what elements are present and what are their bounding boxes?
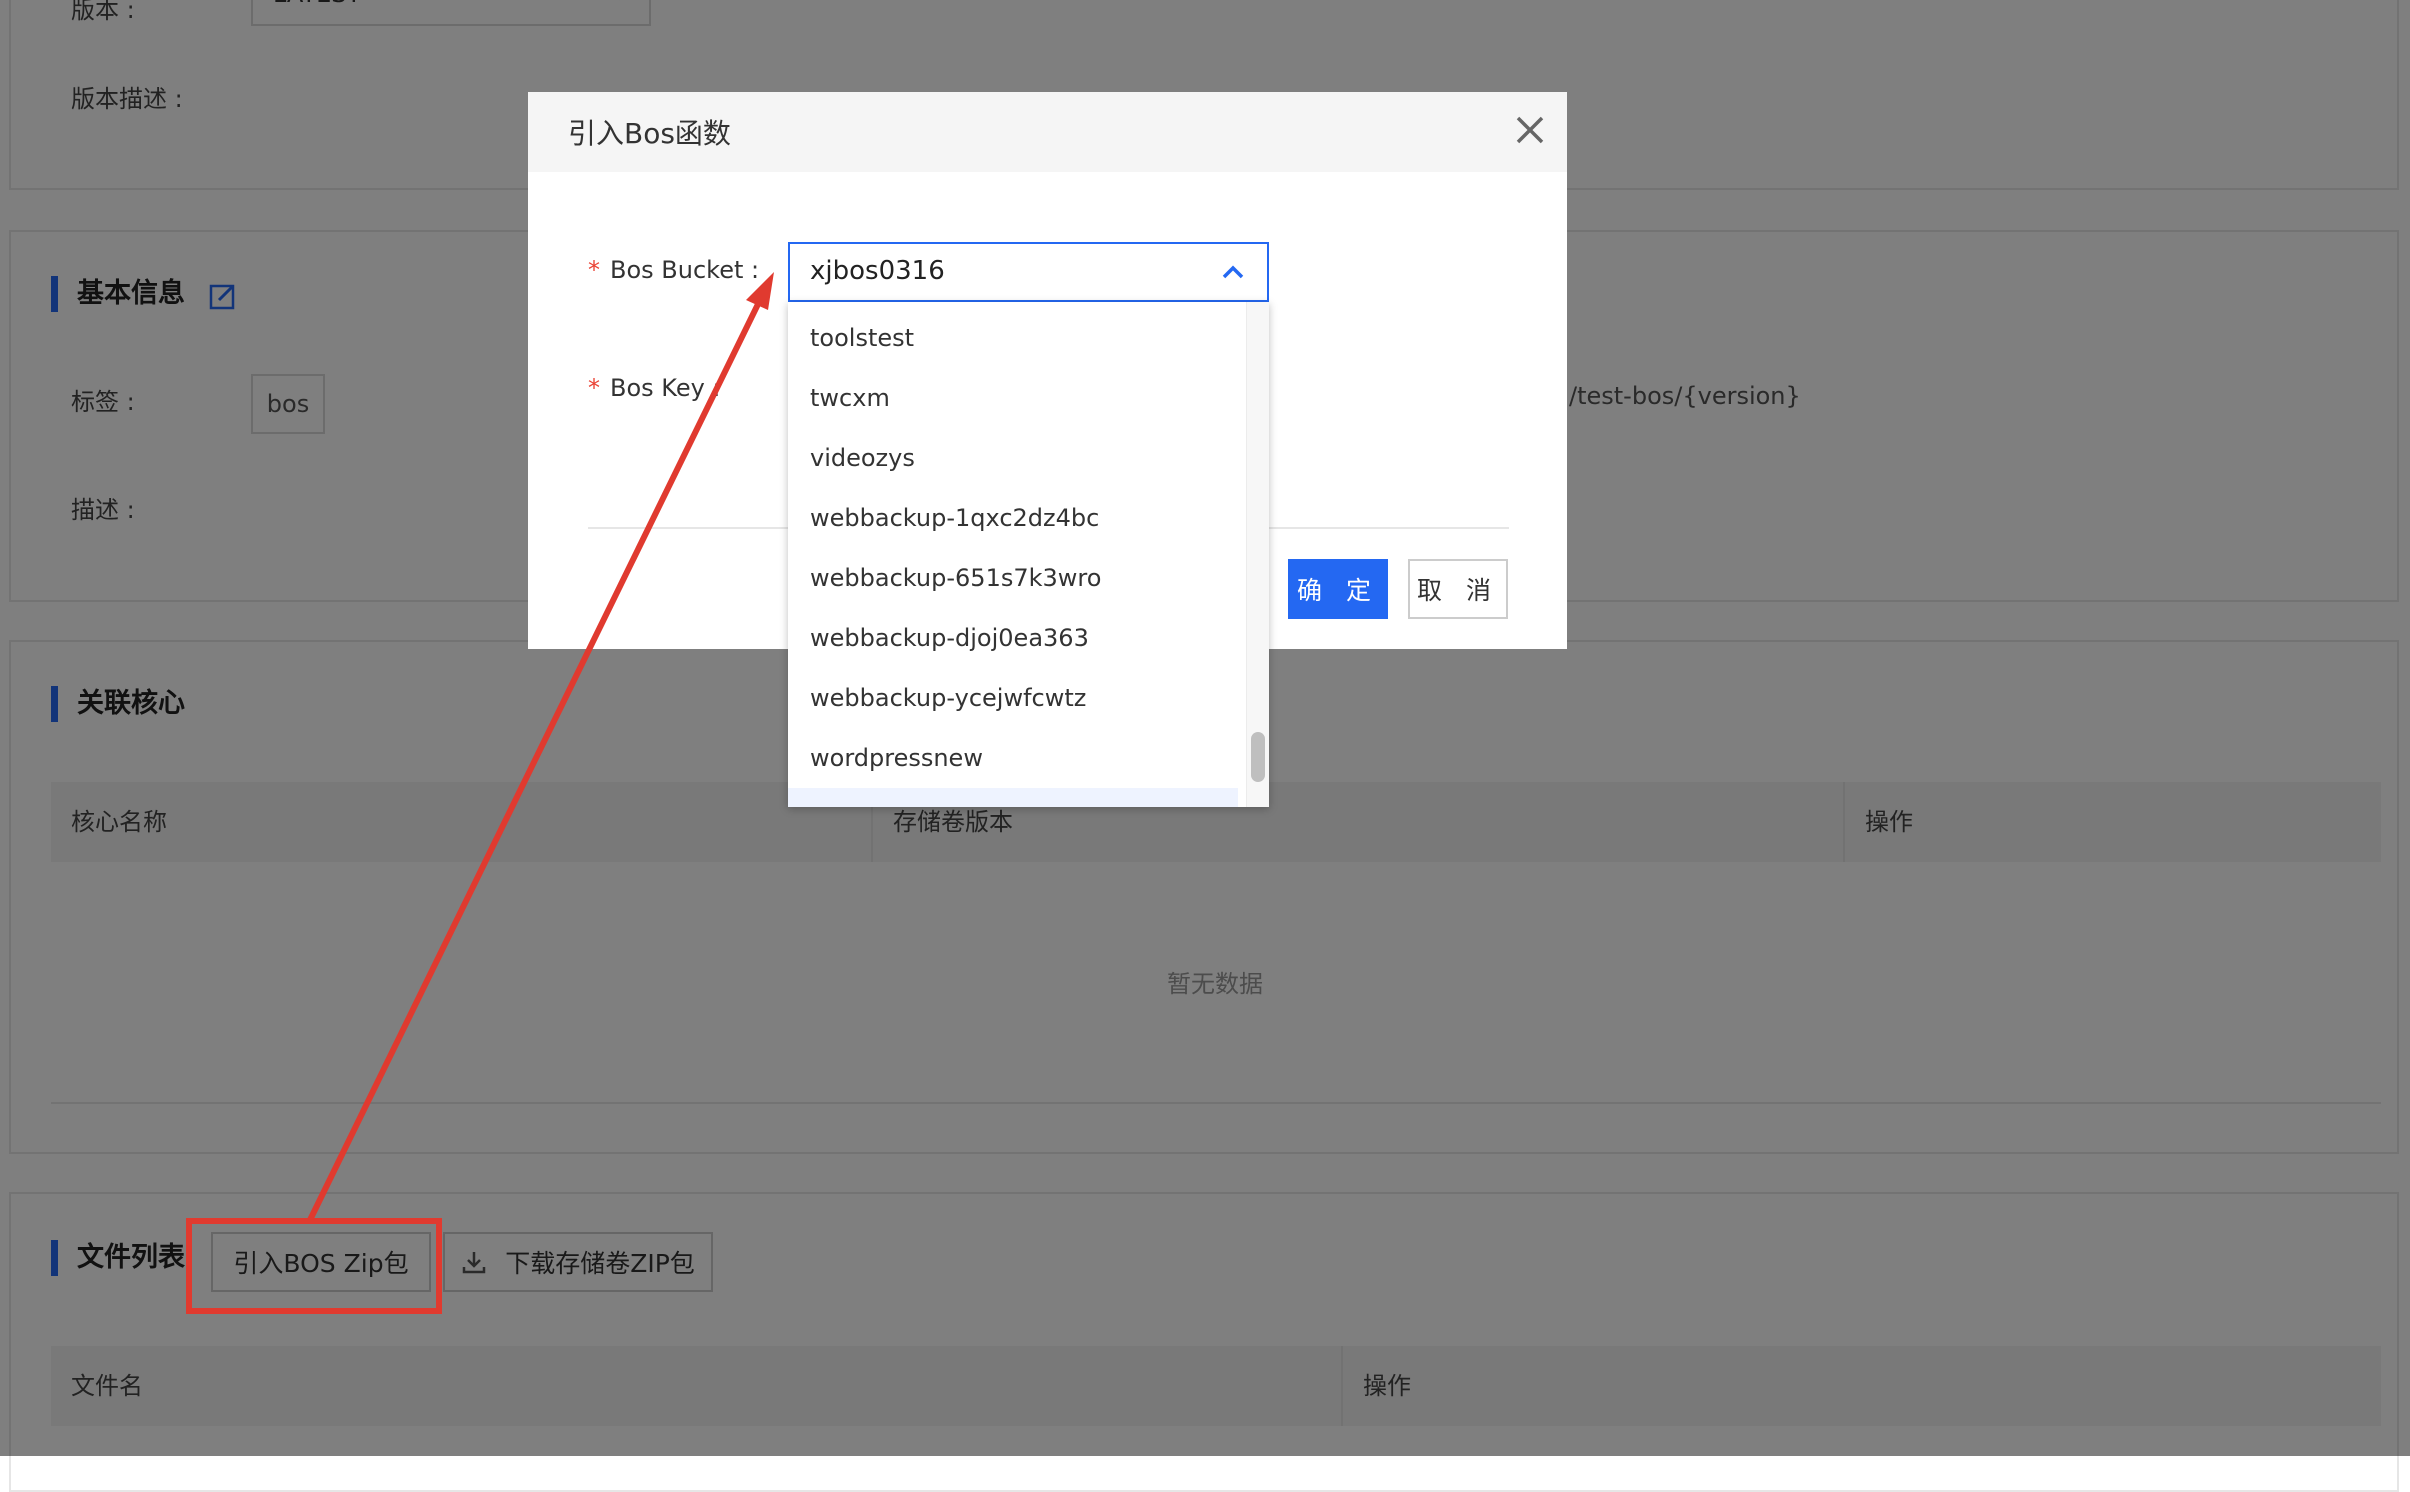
bucket-option[interactable]: wordpressnew [788, 728, 1238, 788]
required-mark: * [588, 374, 600, 402]
modal-title: 引入Bos函数 [568, 117, 731, 150]
bucket-option[interactable]: twcxm [788, 368, 1238, 428]
bucket-select[interactable]: xjbos0316 [788, 242, 1269, 302]
key-label: * Bos Key : [588, 374, 721, 402]
confirm-button[interactable]: 确 定 [1288, 559, 1388, 619]
bucket-option[interactable]: webbackup-651s7k3wro [788, 548, 1238, 608]
bucket-label-text: Bos Bucket : [610, 256, 760, 284]
chevron-up-icon [1222, 265, 1244, 279]
required-mark: * [588, 256, 600, 284]
bucket-option-highlighted[interactable] [788, 788, 1238, 807]
cancel-button[interactable]: 取 消 [1408, 559, 1508, 619]
bucket-select-value: xjbos0316 [810, 256, 945, 286]
bucket-option[interactable]: webbackup-1qxc2dz4bc [788, 488, 1238, 548]
dropdown-scrollbar[interactable] [1246, 302, 1269, 807]
cancel-button-label: 取 消 [1417, 576, 1499, 605]
bucket-option[interactable]: videozys [788, 428, 1238, 488]
annotation-highlight-box [186, 1218, 442, 1314]
bucket-option[interactable]: webbackup-djoj0ea363 [788, 608, 1238, 668]
key-label-text: Bos Key : [610, 374, 721, 402]
close-icon[interactable] [1510, 110, 1550, 150]
modal-header: 引入Bos函数 [528, 92, 1567, 172]
confirm-button-label: 确 定 [1297, 576, 1379, 605]
bucket-option[interactable]: toolstest [788, 308, 1238, 368]
bucket-option[interactable]: webbackup-ycejwfcwtz [788, 668, 1238, 728]
scroll-thumb[interactable] [1251, 732, 1265, 782]
bucket-dropdown: toolstest twcxm videozys webbackup-1qxc2… [788, 302, 1269, 807]
bucket-label: * Bos Bucket : [588, 256, 759, 284]
